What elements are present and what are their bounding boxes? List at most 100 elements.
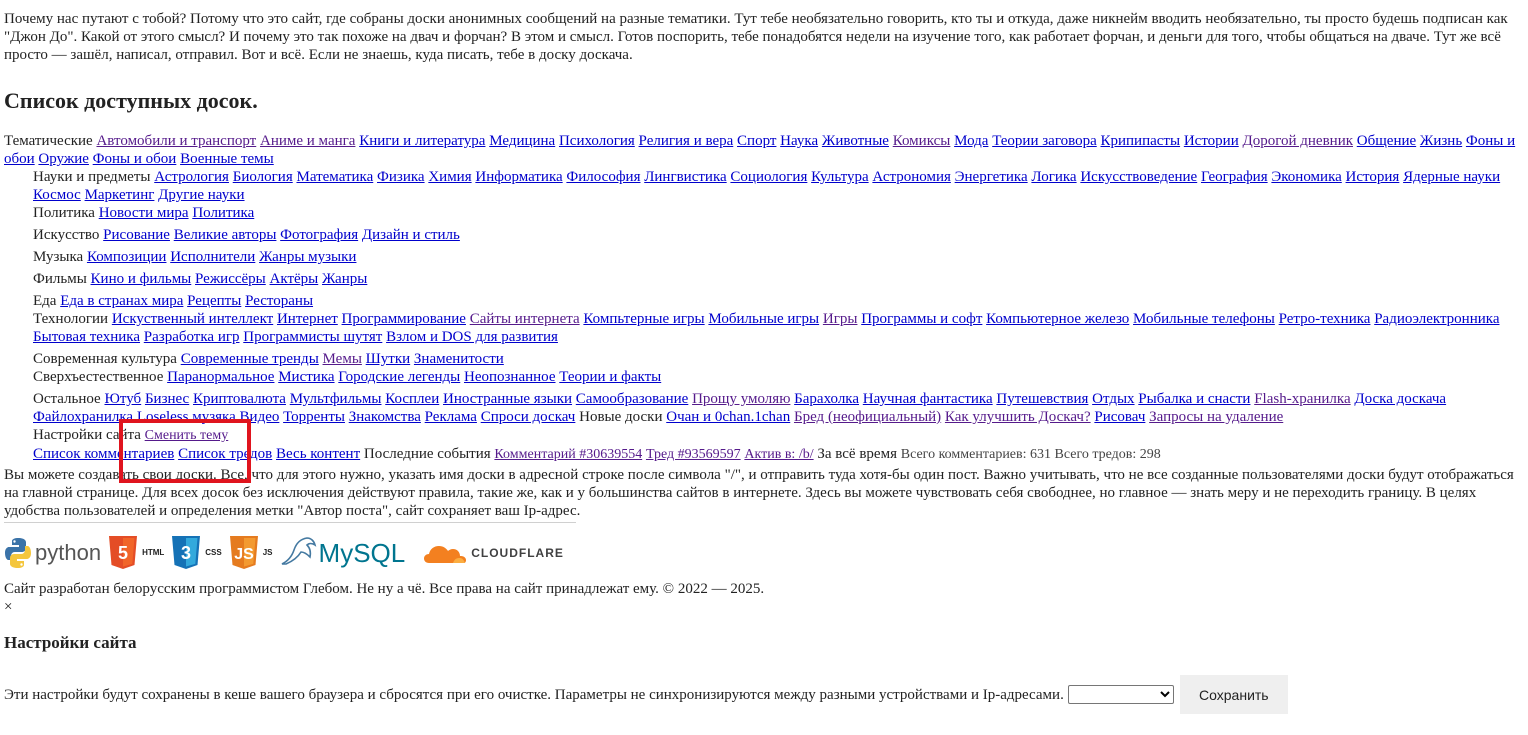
board-link[interactable]: Психология: [559, 133, 635, 149]
board-link[interactable]: Мобильные игры: [708, 311, 819, 327]
board-link[interactable]: Актёры: [270, 271, 319, 287]
board-link[interactable]: Игры: [823, 311, 858, 327]
board-link[interactable]: Лингвистика: [644, 169, 726, 185]
board-link[interactable]: Знаменитости: [414, 351, 504, 367]
all-content-link[interactable]: Весь контент: [276, 446, 360, 462]
board-link[interactable]: Космос: [33, 187, 81, 203]
board-link[interactable]: Военные темы: [180, 151, 274, 167]
board-link[interactable]: Астрономия: [872, 169, 951, 185]
board-link[interactable]: Косплеи: [385, 391, 439, 407]
board-link[interactable]: Режиссёры: [195, 271, 266, 287]
board-link[interactable]: Программисты шутят: [243, 329, 382, 345]
board-link[interactable]: Рисование: [103, 227, 170, 243]
board-link[interactable]: Химия: [428, 169, 471, 185]
board-link[interactable]: Прощу умоляю: [692, 391, 790, 407]
board-link[interactable]: Как улучшить Доскач?: [945, 409, 1091, 425]
board-link[interactable]: История: [1346, 169, 1400, 185]
comments-list-link[interactable]: Список комментариев: [33, 446, 174, 462]
board-link[interactable]: Паранормальное: [167, 369, 274, 385]
board-link[interactable]: Великие авторы: [174, 227, 277, 243]
board-link[interactable]: Ядерные науки: [1403, 169, 1500, 185]
board-link[interactable]: Социология: [730, 169, 807, 185]
board-link[interactable]: Взлом и DOS для развития: [386, 329, 558, 345]
board-link[interactable]: Животные: [822, 133, 889, 149]
board-link[interactable]: Шутки: [366, 351, 411, 367]
board-link[interactable]: Книги и литература: [359, 133, 485, 149]
board-link[interactable]: Астрология: [154, 169, 229, 185]
close-icon[interactable]: ×: [4, 598, 1524, 616]
board-link[interactable]: Теории и факты: [559, 369, 661, 385]
board-link[interactable]: Жанры: [322, 271, 367, 287]
board-link[interactable]: Экономика: [1271, 169, 1341, 185]
change-theme-link[interactable]: Сменить тему: [145, 428, 229, 443]
board-link[interactable]: Интернет: [277, 311, 338, 327]
board-link[interactable]: Комиксы: [893, 133, 951, 149]
board-link[interactable]: Разработка игр: [144, 329, 240, 345]
board-link[interactable]: Компьютерное железо: [986, 311, 1129, 327]
board-link[interactable]: Радиоэлектронника: [1374, 311, 1499, 327]
board-link[interactable]: Отдых: [1092, 391, 1134, 407]
board-link[interactable]: Торренты: [283, 409, 345, 425]
board-link[interactable]: Рыбалка и снасти: [1138, 391, 1250, 407]
board-link-loseless-music[interactable]: Loseless музяка: [137, 409, 236, 425]
board-link[interactable]: Энергетика: [955, 169, 1028, 185]
board-link[interactable]: Знакомства: [349, 409, 421, 425]
board-link[interactable]: Общение: [1357, 133, 1416, 149]
board-link[interactable]: Крипипасты: [1101, 133, 1181, 149]
board-link[interactable]: Очан и 0chan.1chan: [666, 409, 790, 425]
board-link[interactable]: Городские легенды: [338, 369, 460, 385]
board-link[interactable]: Рестораны: [245, 293, 313, 309]
board-link[interactable]: Барахолка: [794, 391, 859, 407]
board-link[interactable]: Программы и софт: [861, 311, 982, 327]
board-link[interactable]: Искуственный интеллект: [112, 311, 273, 327]
board-link[interactable]: Видео: [240, 409, 280, 425]
board-link[interactable]: Жизнь: [1420, 133, 1462, 149]
board-link[interactable]: Культура: [811, 169, 869, 185]
board-link[interactable]: Наука: [780, 133, 818, 149]
board-link[interactable]: Биология: [233, 169, 293, 185]
threads-list-link[interactable]: Список тредов: [178, 446, 272, 462]
board-link[interactable]: Фоны и обои: [93, 151, 177, 167]
board-link[interactable]: Композиции: [87, 249, 167, 265]
board-link[interactable]: Самообразование: [576, 391, 689, 407]
recent-thread-link[interactable]: Тред #93569597: [646, 447, 741, 462]
board-link[interactable]: Мода: [954, 133, 988, 149]
board-link[interactable]: Рисовач: [1094, 409, 1145, 425]
board-link[interactable]: Математика: [296, 169, 373, 185]
board-link[interactable]: Путешевствия: [996, 391, 1088, 407]
board-link[interactable]: Мобильные телефоны: [1133, 311, 1275, 327]
board-link[interactable]: География: [1201, 169, 1268, 185]
board-link[interactable]: Реклама: [425, 409, 477, 425]
board-link[interactable]: Информатика: [475, 169, 562, 185]
board-link[interactable]: Компьтерные игры: [583, 311, 704, 327]
board-link[interactable]: Автомобили и транспорт: [96, 133, 256, 149]
board-link[interactable]: Исполнители: [170, 249, 255, 265]
board-link[interactable]: Оружие: [38, 151, 89, 167]
board-link[interactable]: Научная фантастика: [863, 391, 993, 407]
board-link[interactable]: Мемы: [323, 351, 362, 367]
board-link[interactable]: Современные тренды: [181, 351, 319, 367]
board-link[interactable]: Философия: [566, 169, 640, 185]
board-link[interactable]: Иностранные языки: [443, 391, 572, 407]
board-link[interactable]: Логика: [1031, 169, 1076, 185]
board-link[interactable]: Бытовая техника: [33, 329, 140, 345]
board-link[interactable]: Неопознанное: [464, 369, 556, 385]
board-link[interactable]: Искусствоведение: [1080, 169, 1197, 185]
board-link[interactable]: Ретро-техника: [1279, 311, 1371, 327]
board-link[interactable]: Другие науки: [158, 187, 244, 203]
board-link[interactable]: Спроси доскач: [481, 409, 576, 425]
board-link[interactable]: Дорогой дневник: [1242, 133, 1353, 149]
board-link[interactable]: Доска доскача: [1354, 391, 1446, 407]
board-link[interactable]: Flash-хранилка: [1254, 391, 1350, 407]
board-link[interactable]: Аниме и манга: [260, 133, 355, 149]
board-link[interactable]: Физика: [377, 169, 425, 185]
board-link[interactable]: Новости мира: [99, 205, 189, 221]
board-link[interactable]: Файлохранилка: [33, 409, 133, 425]
save-button[interactable]: Сохранить: [1179, 675, 1288, 714]
board-link[interactable]: Медицина: [489, 133, 555, 149]
board-link[interactable]: Программирование: [342, 311, 466, 327]
board-link[interactable]: Маркетинг: [85, 187, 155, 203]
board-link[interactable]: Фотография: [280, 227, 358, 243]
recent-comment-link[interactable]: Комментарий #30639554: [494, 447, 642, 462]
active-board-link[interactable]: Актив в: /b/: [744, 447, 813, 462]
